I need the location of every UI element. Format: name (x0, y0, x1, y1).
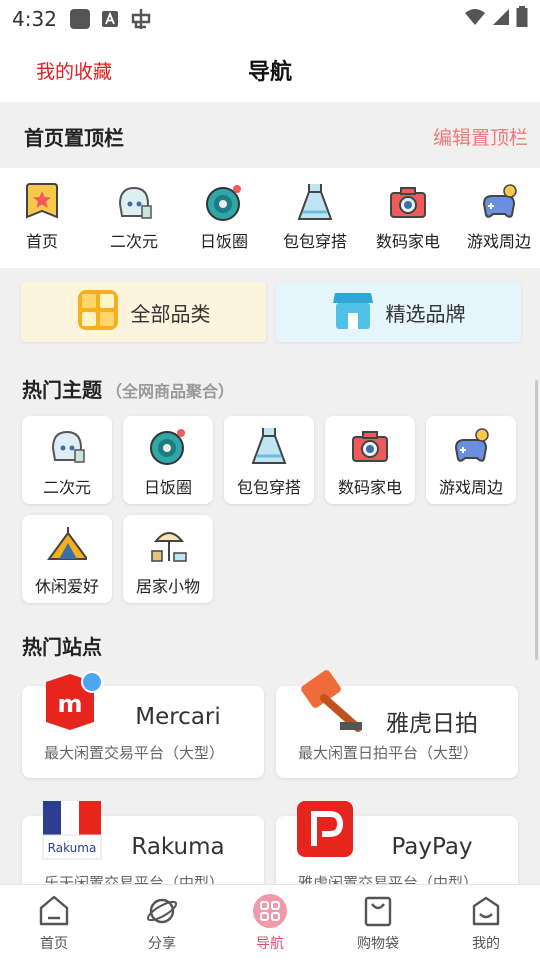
nav-tab-home[interactable]: 首页 (0, 885, 108, 960)
nav-label: 购物袋 (357, 936, 399, 952)
signal-icon (492, 8, 510, 30)
gamepad-icon (451, 426, 491, 466)
topic-card-anime[interactable]: 二次元 (22, 416, 112, 504)
site-name: Rakuma (131, 834, 225, 860)
topic-card-digital[interactable]: 数码家电 (325, 416, 415, 504)
status-time: 4:32 (12, 7, 57, 31)
topic-label: 包包穿搭 (236, 478, 301, 497)
topic-label: 休闲爱好 (34, 577, 99, 596)
grid-icon (252, 893, 288, 929)
home-icon (36, 893, 72, 929)
pinned-item-digital[interactable]: 数码家电 (364, 182, 452, 262)
bug-icon (129, 7, 153, 31)
pinned-item-label: 包包穿搭 (282, 232, 347, 251)
pinned-item-label: 数码家电 (375, 232, 440, 251)
pinned-item-games[interactable]: 游戏周边 (455, 182, 540, 262)
parasol-icon (148, 525, 188, 565)
pinned-item-anime[interactable]: 二次元 (90, 182, 178, 262)
topic-label: 游戏周边 (438, 478, 503, 497)
topic-label: 居家小物 (135, 577, 200, 596)
nav-label: 导航 (256, 936, 284, 952)
topic-card-home-goods[interactable]: 居家小物 (123, 515, 213, 603)
anime-girl-icon (114, 182, 154, 222)
status-bar: 4:32 (0, 0, 540, 38)
profile-icon (468, 893, 504, 929)
wifi-icon (464, 8, 486, 30)
pinned-item-fashion[interactable]: 包包穿搭 (271, 182, 359, 262)
dress-icon (295, 182, 335, 222)
topic-card-fan-circle[interactable]: 日饭圈 (123, 416, 213, 504)
nav-label: 首页 (40, 936, 68, 952)
site-card-mercari[interactable]: m Mercari 最大闲置交易平台（大型） (22, 671, 264, 778)
topic-label: 数码家电 (337, 478, 402, 497)
site-card-yahoo-auction[interactable]: 雅虎日拍 最大闲置日拍平台（大型） (276, 670, 518, 778)
pinned-item-label: 游戏周边 (466, 232, 531, 251)
pinned-item-label: 二次元 (109, 232, 158, 251)
my-favorites-link[interactable]: 我的收藏 (36, 57, 112, 84)
pinned-item-fan-circle[interactable]: 日饭圈 (180, 182, 268, 262)
camera-icon (350, 426, 390, 466)
nav-tab-navigation[interactable]: 导航 (216, 885, 324, 960)
shopping-bag-icon (360, 893, 396, 929)
hot-topics-subtitle: （全网商品聚合） (106, 382, 235, 401)
site-description: 最大闲置日拍平台（大型） (298, 744, 479, 762)
storefront-icon (332, 289, 374, 336)
topic-card-games[interactable]: 游戏周边 (426, 416, 516, 504)
pinned-item-label: 首页 (25, 232, 58, 251)
featured-brands-button[interactable]: 精选品牌 (276, 282, 521, 342)
topic-card-leisure[interactable]: 休闲爱好 (22, 515, 112, 603)
site-description: 最大闲置交易平台（大型） (44, 744, 225, 762)
battery-icon (516, 6, 528, 32)
nav-label: 分享 (148, 936, 176, 952)
vinyl-record-icon (204, 182, 244, 222)
all-categories-label: 全部品类 (130, 301, 211, 326)
app-notification-icon (69, 8, 91, 30)
pinned-item-home[interactable]: 首页 (0, 182, 86, 262)
hot-topics-title: 热门主题 (22, 378, 102, 402)
pinned-item-label: 日饭圈 (199, 232, 248, 251)
topic-card-fashion[interactable]: 包包穿搭 (224, 416, 314, 504)
edit-pinned-bar-button[interactable]: 编辑置顶栏 (433, 123, 528, 150)
planet-icon (144, 893, 180, 929)
home-star-icon (22, 182, 62, 222)
all-categories-button[interactable]: 全部品类 (21, 282, 266, 342)
hot-sites-title: 热门站点 (22, 635, 102, 659)
bottom-nav: 首页 分享 导航 购物袋 我的 (0, 884, 540, 960)
keyboard-a-icon (101, 10, 119, 28)
anime-girl-icon (47, 426, 87, 466)
nav-tab-share[interactable]: 分享 (108, 885, 216, 960)
hot-topics-header: 热门主题 （全网商品聚合） (22, 374, 234, 403)
pinned-bar-header: 首页置顶栏 编辑置顶栏 (0, 102, 540, 168)
scrollbar[interactable] (535, 380, 538, 660)
dress-icon (249, 426, 289, 466)
topic-label: 日饭圈 (143, 478, 192, 497)
featured-brands-label: 精选品牌 (385, 301, 466, 326)
camera-icon (388, 182, 428, 222)
top-header: 我的收藏 导航 (0, 38, 540, 102)
site-name: Mercari (135, 704, 221, 730)
gamepad-icon (479, 182, 519, 222)
nav-tab-profile[interactable]: 我的 (432, 885, 540, 960)
all-categories-icon (77, 289, 119, 336)
site-name: 雅虎日拍 (386, 711, 478, 737)
pinned-bar: 首页 二次元 日饭圈 包包穿搭 数码家电 游戏周边 (0, 168, 540, 268)
nav-label: 我的 (472, 936, 500, 952)
nav-tab-shopping-bag[interactable]: 购物袋 (324, 885, 432, 960)
vinyl-record-icon (148, 426, 188, 466)
pinned-bar-title: 首页置顶栏 (24, 126, 124, 150)
tent-icon (47, 525, 87, 565)
topic-label: 二次元 (42, 478, 91, 497)
site-name: PayPay (391, 834, 473, 860)
